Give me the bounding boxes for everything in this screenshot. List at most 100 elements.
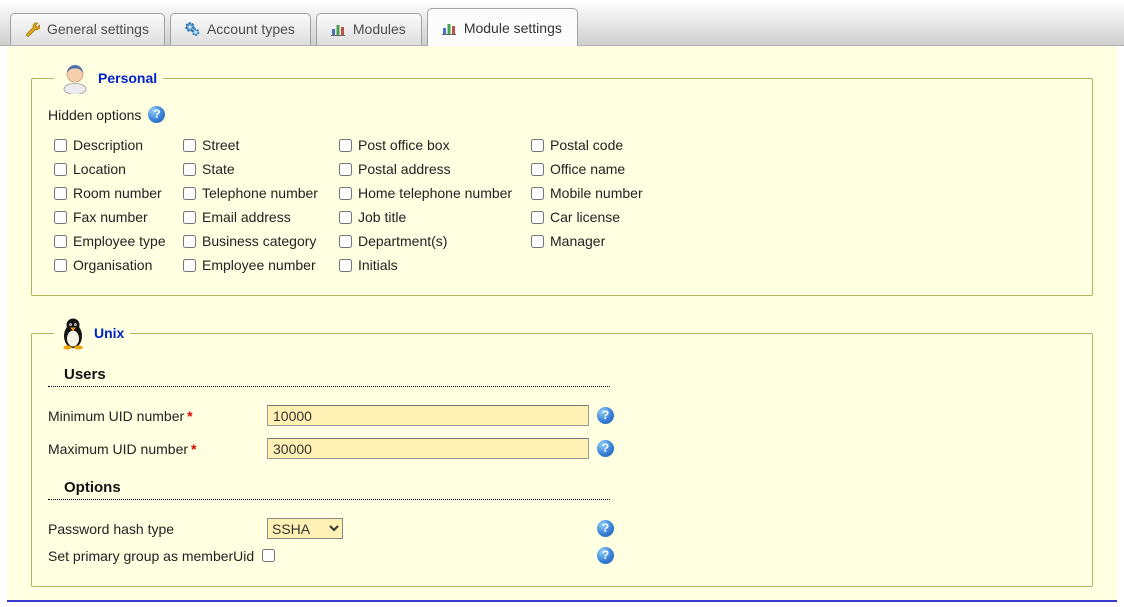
hidden-option-item[interactable]: Street — [183, 137, 339, 153]
hidden-option-checkbox[interactable] — [54, 235, 67, 248]
hidden-option-item[interactable]: Location — [54, 161, 183, 177]
min-uid-row: Minimum UID number* ? — [48, 405, 614, 426]
hidden-option-label: Employee number — [202, 257, 316, 273]
hidden-option-label: Email address — [202, 209, 291, 225]
hidden-option-label: Location — [73, 161, 126, 177]
hidden-option-item[interactable]: Car license — [531, 209, 721, 225]
member-uid-row: Set primary group as memberUid ? — [48, 547, 614, 564]
hidden-option-item[interactable]: Mobile number — [531, 185, 721, 201]
users-section-header: Users — [48, 366, 610, 387]
help-icon[interactable]: ? — [597, 547, 614, 564]
hidden-option-item[interactable]: Description — [54, 137, 183, 153]
hidden-option-checkbox[interactable] — [339, 187, 352, 200]
hidden-option-checkbox[interactable] — [183, 187, 196, 200]
hidden-option-checkbox[interactable] — [54, 211, 67, 224]
max-uid-input[interactable] — [267, 438, 589, 459]
hidden-option-item[interactable]: Employee number — [183, 257, 339, 273]
hidden-option-checkbox[interactable] — [54, 259, 67, 272]
hidden-option-item[interactable]: Fax number — [54, 209, 183, 225]
required-marker: * — [187, 408, 192, 424]
unix-legend: Unix — [54, 316, 130, 350]
hidden-option-checkbox[interactable] — [531, 235, 544, 248]
tab-label: Account types — [207, 21, 295, 37]
hidden-options-label: Hidden options — [48, 107, 141, 123]
hidden-option-label: Job title — [358, 209, 406, 225]
hidden-options-grid: Description Street Post office box Posta… — [54, 137, 1078, 273]
tab-general-settings[interactable]: General settings — [10, 13, 165, 45]
hidden-options-row: Hidden options ? — [48, 106, 1078, 123]
unix-section: Unix Users Minimum UID number* ? Maximum… — [31, 316, 1093, 587]
hidden-option-checkbox[interactable] — [339, 259, 352, 272]
hidden-option-label: Room number — [73, 185, 162, 201]
hidden-option-checkbox[interactable] — [339, 211, 352, 224]
hidden-option-item[interactable]: Office name — [531, 161, 721, 177]
hidden-option-checkbox[interactable] — [531, 211, 544, 224]
max-uid-label: Maximum UID number* — [48, 441, 267, 457]
hidden-option-checkbox[interactable] — [54, 139, 67, 152]
hidden-option-checkbox[interactable] — [54, 187, 67, 200]
tab-label: Modules — [353, 21, 406, 37]
tab-label: Module settings — [464, 20, 562, 36]
module-settings-icon — [441, 20, 457, 36]
hidden-option-checkbox[interactable] — [183, 211, 196, 224]
help-icon[interactable]: ? — [597, 440, 614, 457]
hidden-option-label: Telephone number — [202, 185, 318, 201]
hidden-option-checkbox[interactable] — [183, 235, 196, 248]
hidden-option-label: Employee type — [73, 233, 166, 249]
hidden-option-label: Postal code — [550, 137, 623, 153]
personal-legend: Personal — [54, 62, 163, 94]
hidden-option-label: State — [202, 161, 235, 177]
hidden-option-label: Car license — [550, 209, 620, 225]
hidden-option-item[interactable]: Postal code — [531, 137, 721, 153]
hidden-option-label: Fax number — [73, 209, 148, 225]
hidden-option-checkbox[interactable] — [183, 259, 196, 272]
min-uid-label: Minimum UID number* — [48, 408, 267, 424]
hidden-option-item[interactable]: Employee type — [54, 233, 183, 249]
hidden-option-checkbox[interactable] — [339, 163, 352, 176]
hidden-option-item[interactable]: Room number — [54, 185, 183, 201]
hidden-option-label: Home telephone number — [358, 185, 512, 201]
hidden-option-label: Post office box — [358, 137, 450, 153]
password-hash-select[interactable]: SSHA — [267, 518, 343, 539]
hidden-option-item[interactable]: Initials — [339, 257, 531, 273]
hidden-option-checkbox[interactable] — [339, 139, 352, 152]
hidden-option-item[interactable]: Email address — [183, 209, 339, 225]
hidden-option-item[interactable]: Home telephone number — [339, 185, 531, 201]
hidden-option-checkbox[interactable] — [183, 163, 196, 176]
help-icon[interactable]: ? — [597, 520, 614, 537]
hidden-option-checkbox[interactable] — [531, 187, 544, 200]
hidden-option-checkbox[interactable] — [531, 163, 544, 176]
min-uid-input[interactable] — [267, 405, 589, 426]
hidden-option-item[interactable]: State — [183, 161, 339, 177]
help-icon[interactable]: ? — [148, 106, 165, 123]
hidden-option-item[interactable]: Business category — [183, 233, 339, 249]
hidden-option-item[interactable]: Manager — [531, 233, 721, 249]
hidden-option-item[interactable]: Post office box — [339, 137, 531, 153]
tab-account-types[interactable]: Account types — [170, 13, 311, 45]
hidden-option-checkbox[interactable] — [531, 139, 544, 152]
hidden-option-item[interactable]: Job title — [339, 209, 531, 225]
tab-label: General settings — [47, 21, 149, 37]
help-icon[interactable]: ? — [597, 407, 614, 424]
member-uid-checkbox[interactable] — [262, 549, 275, 562]
person-icon — [60, 62, 90, 94]
hidden-option-item[interactable]: Organisation — [54, 257, 183, 273]
hidden-option-label: Description — [73, 137, 143, 153]
hidden-option-item[interactable]: Postal address — [339, 161, 531, 177]
hidden-option-item[interactable]: Department(s) — [339, 233, 531, 249]
hidden-option-label: Mobile number — [550, 185, 643, 201]
member-uid-label: Set primary group as memberUid — [48, 548, 254, 564]
options-section-header: Options — [48, 479, 610, 500]
tab-modules[interactable]: Modules — [316, 13, 422, 45]
hidden-option-label: Organisation — [73, 257, 152, 273]
hidden-option-item[interactable]: Telephone number — [183, 185, 339, 201]
hidden-option-label: Business category — [202, 233, 316, 249]
modules-icon — [330, 21, 346, 37]
hidden-option-label: Department(s) — [358, 233, 447, 249]
hidden-option-checkbox[interactable] — [339, 235, 352, 248]
hidden-option-label: Manager — [550, 233, 605, 249]
hidden-option-label: Office name — [550, 161, 625, 177]
hidden-option-checkbox[interactable] — [54, 163, 67, 176]
hidden-option-checkbox[interactable] — [183, 139, 196, 152]
tab-module-settings[interactable]: Module settings — [427, 8, 578, 46]
